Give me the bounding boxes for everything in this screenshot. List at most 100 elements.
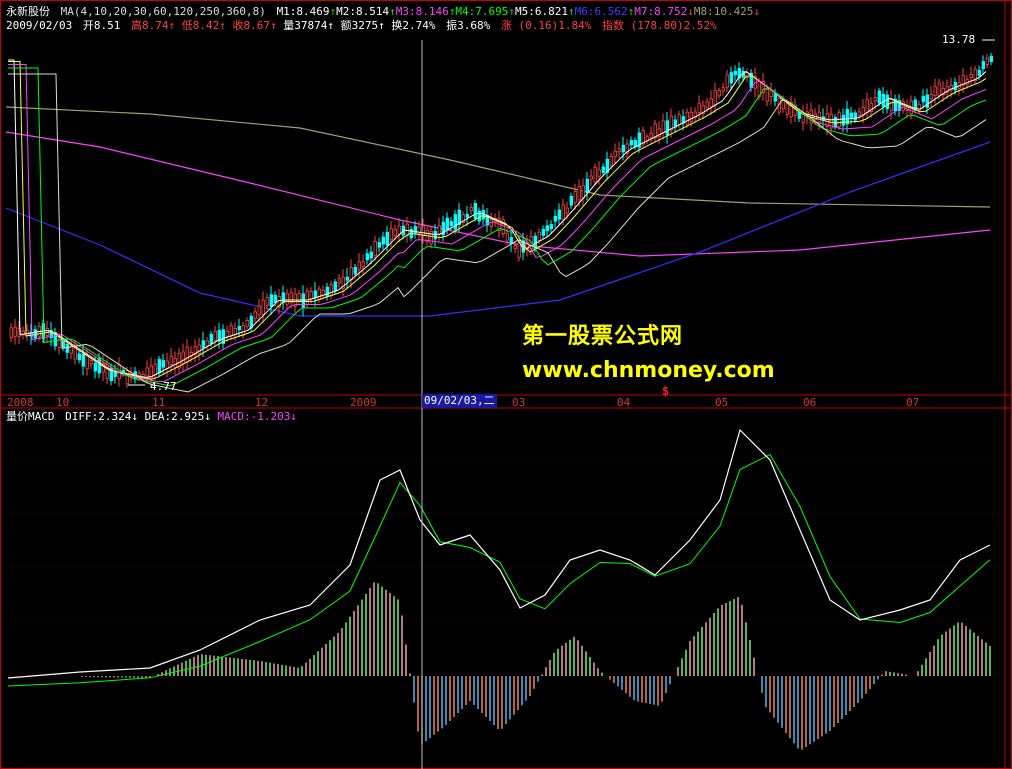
candle-body [685,111,689,125]
candle-body [933,86,937,96]
candle-body [981,61,985,70]
candle-body [849,112,853,120]
candle-body [225,330,229,337]
candle-body [561,204,565,220]
candle-body [13,326,17,337]
candle-body [697,102,701,113]
candle-body [985,57,989,65]
candle-body [125,370,129,385]
watermark-title: 第一股票公式网 [522,324,684,349]
candle-body [541,228,545,236]
date-label-05: 05 [715,396,729,409]
candle-body [261,299,265,315]
candle-body [377,242,381,248]
ma-values-list: M1:8.469↑M2:8.514↑M3:8.146↑M4:7.695↑M5:6… [277,5,761,18]
candle-body [169,355,173,365]
candle-body [9,327,13,338]
candle-body [677,114,681,126]
candle-body [705,101,709,109]
date-label-04: 04 [617,396,631,409]
candle-body [265,297,269,306]
candle-body [185,346,189,363]
candle-body [469,207,473,212]
candle-body [601,166,605,173]
candle-body [337,278,341,284]
candle-body [245,320,249,327]
candlesticks[interactable] [9,52,993,388]
candle-body [89,360,93,365]
quote-index: 指数 (178.80)2.52% [601,19,717,32]
candle-body [321,289,325,296]
down-arrow-icon: ↓ [753,5,761,18]
ma-value-5: M5:6.821 [515,5,568,18]
candle-body [885,94,889,110]
candle-body [581,185,585,199]
candle-body [633,140,637,148]
candle-body [405,223,409,236]
candle-body [877,90,881,104]
candle-body [437,225,441,235]
candle-body [733,70,737,76]
candle-body [449,221,453,227]
candle-body [613,150,617,157]
macd-lines [7,428,991,687]
candle-body [565,207,569,214]
candle-body [273,294,277,303]
candle-body [621,144,625,153]
candle-body [465,213,469,218]
candle-body [65,344,69,353]
candle-body [173,358,177,368]
candle-body [937,82,941,96]
up-arrow-icon: ↑ [269,19,277,32]
ma-parameters: MA(4,10,20,30,60,120,250,360,8) [60,5,266,18]
candle-body [157,359,161,374]
candle-body [205,340,209,347]
candle-body [361,261,365,267]
candle-body [161,360,165,368]
candle-body [509,237,513,244]
candle-body [841,114,845,126]
candle-body [269,294,273,307]
up-arrow-icon: ↑ [508,5,515,18]
candle-body [429,230,433,245]
candle-body [301,293,305,309]
candle-body [85,355,89,370]
candle-body [385,231,389,246]
candle-body [589,175,593,180]
candle-body [557,209,561,220]
candle-body [689,111,693,122]
date-label-12: 12 [255,396,269,409]
dollar-marker-icon[interactable]: $ [662,384,669,398]
candle-body [881,93,885,107]
candle-body [769,90,773,97]
candle-body [241,325,245,336]
candle-body [209,333,213,344]
candle-body [649,132,653,139]
candle-body [725,74,729,88]
candle-body [345,276,349,281]
candle-body [593,166,597,183]
candle-body [833,117,837,127]
long-ma-line-2 [5,131,991,257]
candle-body [145,367,149,377]
date-label-10: 10 [56,396,70,409]
candle-body [617,148,621,153]
candle-body [229,325,233,337]
ma-value-7: M7:8.752 [634,5,688,18]
candle-body [929,94,933,100]
up-arrow-icon: ↑ [327,19,334,32]
candle-body [577,185,581,201]
candle-body [381,236,385,245]
candle-body [853,112,857,121]
quote-low: 低8.42 [181,19,220,32]
quote-turnover: 换2.74% [391,19,436,32]
macd-value: MACD:-1.203 [217,410,291,423]
candle-body [785,103,789,115]
quote-amount: 额3275 [340,19,379,32]
candle-body [629,140,633,146]
candle-body [865,98,869,113]
macd-dea: DEA:2.925 [144,410,205,423]
macd-grid [6,459,1005,674]
candle-body [661,120,665,133]
candle-body [233,328,237,335]
